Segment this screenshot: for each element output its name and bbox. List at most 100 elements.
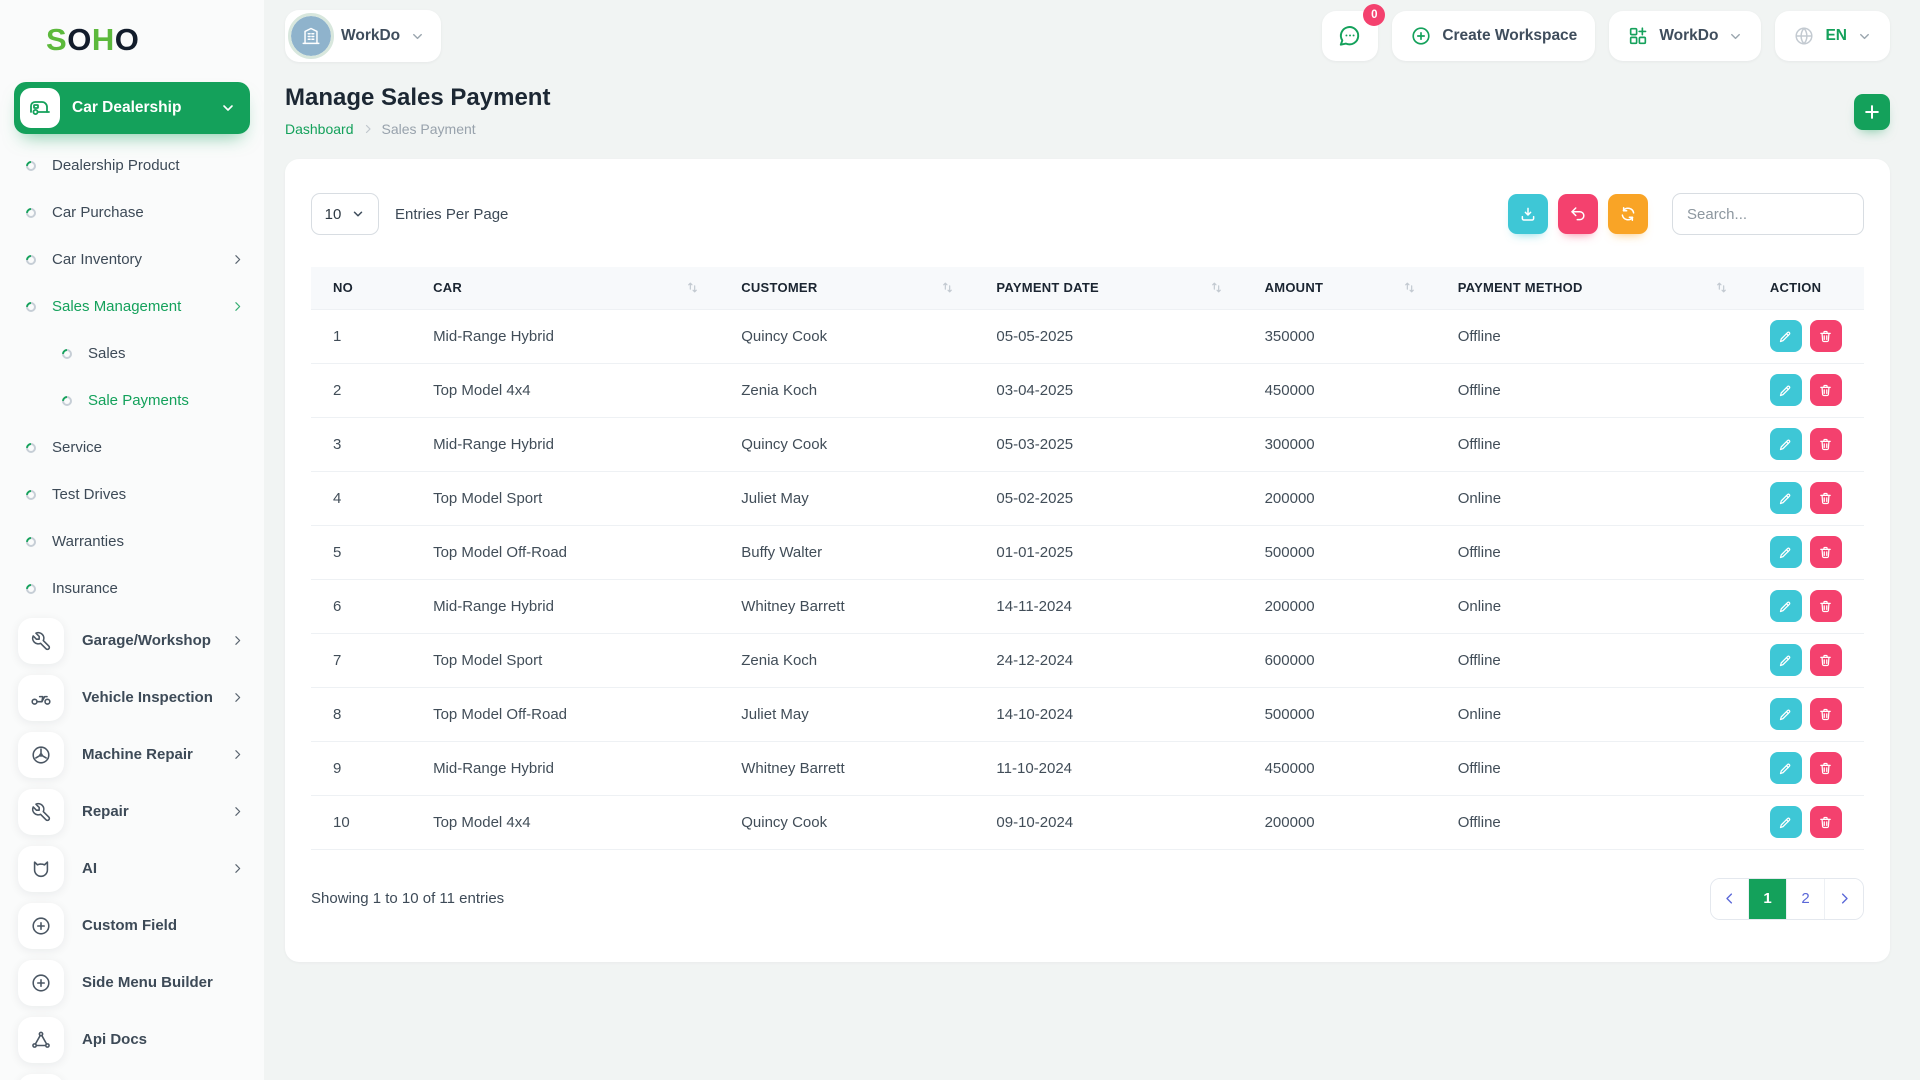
entries-per-page-select[interactable]: 10 (311, 193, 379, 235)
logo-letter: H (92, 22, 115, 57)
column-header-amount[interactable]: AMOUNT (1243, 267, 1436, 309)
edit-button[interactable] (1770, 698, 1802, 730)
delete-button[interactable] (1810, 698, 1842, 730)
sidebar-item-garage-workshop[interactable]: Garage/Workshop (14, 612, 250, 669)
pagination-prev-button[interactable] (1711, 879, 1749, 919)
sidebar-item-api-docs[interactable]: Api Docs (14, 1011, 250, 1068)
sidebar-module-car-dealership[interactable]: Car Dealership (14, 82, 250, 134)
sidebar-item-custom-field[interactable]: Custom Field (14, 897, 250, 954)
edit-button[interactable] (1770, 644, 1802, 676)
pagination-page-1[interactable]: 1 (1749, 879, 1787, 919)
undo-button[interactable] (1558, 194, 1598, 234)
trash-icon (1818, 545, 1833, 560)
plus-circle-icon (18, 903, 64, 949)
dot-icon (24, 252, 38, 266)
app-switcher-button[interactable]: WorkDo (1609, 11, 1761, 61)
column-header-payment-date[interactable]: PAYMENT DATE (974, 267, 1242, 309)
export-button[interactable] (1508, 194, 1548, 234)
sidebar-item-repair[interactable]: Repair (14, 783, 250, 840)
delete-button[interactable] (1810, 482, 1842, 514)
sidebar-item-test-drives[interactable]: Test Drives (14, 471, 250, 518)
refresh-button[interactable] (1608, 194, 1648, 234)
edit-button[interactable] (1770, 806, 1802, 838)
trash-icon (1818, 437, 1833, 452)
delete-button[interactable] (1810, 644, 1842, 676)
table-row: 2Top Model 4x4Zenia Koch03-04-2025450000… (311, 363, 1864, 417)
sidebar-item-sales-management[interactable]: Sales Management (14, 283, 250, 330)
sidebar-item-label: Custom Field (82, 917, 177, 934)
cell-no: 9 (311, 741, 411, 795)
table-row: 1Mid-Range HybridQuincy Cook05-05-202535… (311, 309, 1864, 363)
cell-action (1748, 417, 1864, 471)
sidebar-item-side-menu-builder[interactable]: Side Menu Builder (14, 954, 250, 1011)
delete-button[interactable] (1810, 590, 1842, 622)
edit-button[interactable] (1770, 320, 1802, 352)
chevron-right-icon (231, 253, 244, 266)
breadcrumb-dashboard-link[interactable]: Dashboard (285, 121, 354, 137)
table-row: 9Mid-Range HybridWhitney Barrett11-10-20… (311, 741, 1864, 795)
column-header-payment-method[interactable]: PAYMENT METHOD (1436, 267, 1748, 309)
cell-car: Top Model Sport (411, 633, 719, 687)
delete-button[interactable] (1810, 320, 1842, 352)
edit-button[interactable] (1770, 590, 1802, 622)
column-header-customer[interactable]: CUSTOMER (719, 267, 974, 309)
delete-button[interactable] (1810, 752, 1842, 784)
cell-customer: Whitney Barrett (719, 579, 974, 633)
cell-car: Top Model 4x4 (411, 795, 719, 849)
showing-entries-text: Showing 1 to 10 of 11 entries (311, 890, 504, 907)
delete-button[interactable] (1810, 536, 1842, 568)
motorcycle-icon (18, 675, 64, 721)
edit-button[interactable] (1770, 482, 1802, 514)
workspace-selector[interactable]: WorkDo (285, 10, 441, 62)
column-header-no: NO (311, 267, 411, 309)
language-selector[interactable]: EN (1775, 11, 1890, 61)
table-row: 10Top Model 4x4Quincy Cook09-10-20242000… (311, 795, 1864, 849)
entries-value: 10 (325, 206, 342, 223)
cell-customer: Zenia Koch (719, 633, 974, 687)
sidebar-item-dealership-product[interactable]: Dealership Product (14, 142, 250, 189)
chat-icon (1337, 23, 1363, 49)
sidebar-item-label: Sales Management (52, 298, 181, 315)
sidebar-item-insurance[interactable]: Insurance (14, 565, 250, 612)
sidebar-item-ai[interactable]: AI (14, 840, 250, 897)
add-payment-button[interactable] (1854, 94, 1890, 130)
edit-button[interactable] (1770, 752, 1802, 784)
cell-action (1748, 363, 1864, 417)
messages-button[interactable]: 0 (1322, 11, 1378, 61)
delete-button[interactable] (1810, 374, 1842, 406)
trash-icon (1818, 329, 1833, 344)
edit-button[interactable] (1770, 374, 1802, 406)
delete-button[interactable] (1810, 428, 1842, 460)
cell-customer: Quincy Cook (719, 417, 974, 471)
search-input[interactable] (1672, 193, 1864, 235)
cell-amount: 450000 (1243, 741, 1436, 795)
pagination-page-2[interactable]: 2 (1787, 879, 1825, 919)
sidebar-item-label: Insurance (52, 580, 118, 597)
sidebar-item-car-purchase[interactable]: Car Purchase (14, 189, 250, 236)
sidebar-item-clipped[interactable] (14, 1068, 250, 1080)
sidebar-item-label: Vehicle Inspection (82, 689, 213, 706)
sidebar-item-sales[interactable]: Sales (14, 330, 250, 377)
cell-action (1748, 741, 1864, 795)
sidebar-item-service[interactable]: Service (14, 424, 250, 471)
create-workspace-button[interactable]: Create Workspace (1392, 11, 1595, 61)
chevron-right-icon (231, 300, 244, 313)
sidebar-item-machine-repair[interactable]: Machine Repair (14, 726, 250, 783)
sort-icon (686, 281, 699, 294)
api-nodes-icon (18, 1017, 64, 1063)
edit-button[interactable] (1770, 428, 1802, 460)
sidebar-item-sale-payments[interactable]: Sale Payments (14, 377, 250, 424)
sidebar-item-car-inventory[interactable]: Car Inventory (14, 236, 250, 283)
column-header-car[interactable]: CAR (411, 267, 719, 309)
topbar: WorkDo 0 Create Workspace WorkDo (285, 0, 1890, 72)
cell-no: 8 (311, 687, 411, 741)
sidebar-item-label: Api Docs (82, 1031, 147, 1048)
edit-button[interactable] (1770, 536, 1802, 568)
pencil-icon (1778, 329, 1793, 344)
delete-button[interactable] (1810, 806, 1842, 838)
trash-icon (1818, 815, 1833, 830)
sidebar-item-warranties[interactable]: Warranties (14, 518, 250, 565)
chevron-right-icon (231, 748, 244, 761)
pagination-next-button[interactable] (1825, 879, 1863, 919)
sidebar-item-vehicle-inspection[interactable]: Vehicle Inspection (14, 669, 250, 726)
